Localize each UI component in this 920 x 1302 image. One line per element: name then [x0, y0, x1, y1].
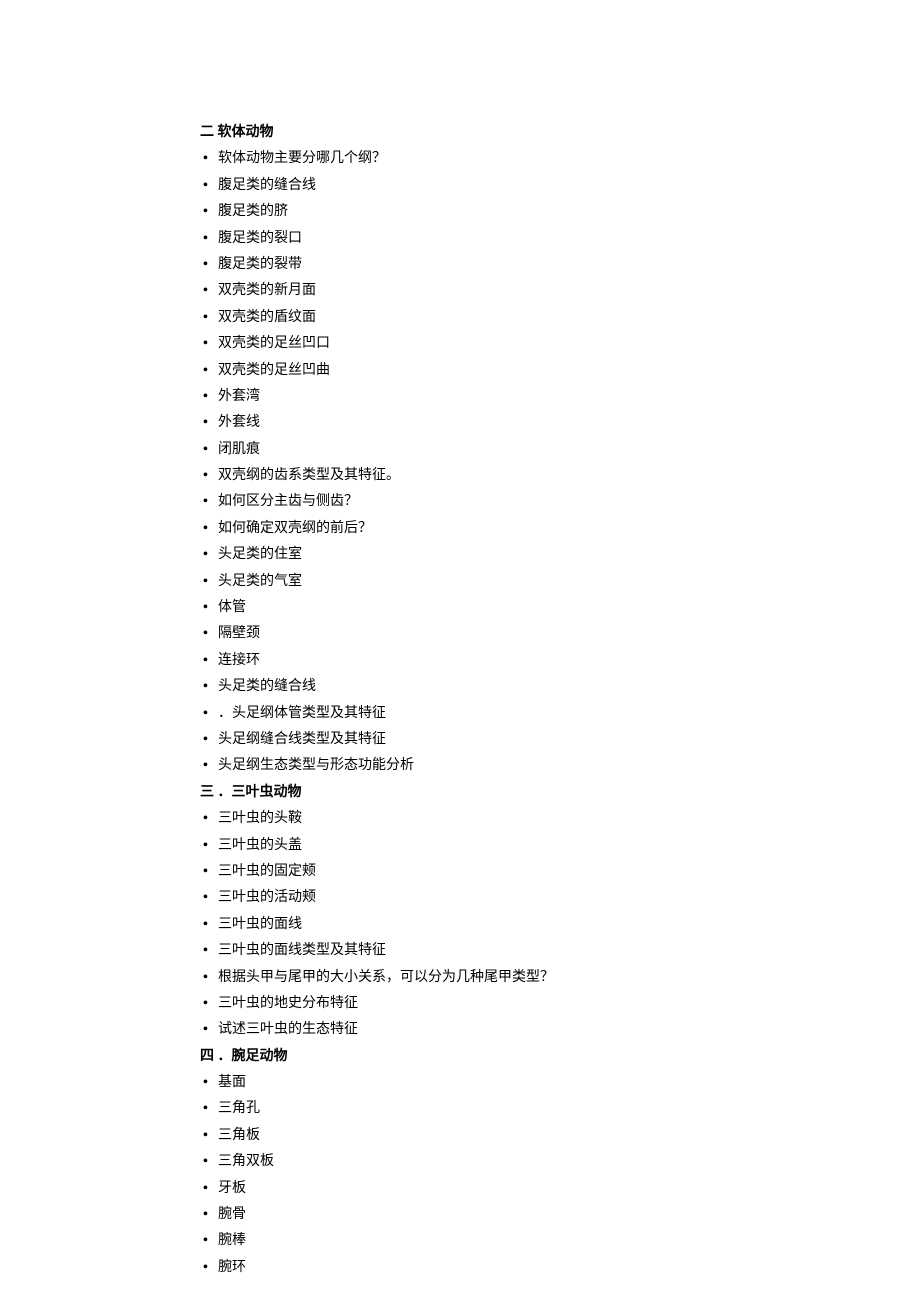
item-text: 三角双板 — [218, 1154, 274, 1169]
section-heading-2: 二 软体动物 — [200, 122, 720, 144]
item-text: 连接环 — [218, 653, 260, 668]
list-item: 三角双板 — [200, 1151, 720, 1173]
section-heading-3: 三 ．三叶虫动物 — [200, 782, 720, 804]
list-item: 头足类的住室 — [200, 544, 720, 566]
list-item: 根据头甲与尾甲的大小关系，可以分为几种尾甲类型？ — [200, 967, 720, 989]
list-item: 如何确定双壳纲的前后？ — [200, 518, 720, 540]
list-item: 双壳纲的齿系类型及其特征。 — [200, 465, 720, 487]
item-text: 软体动物主要分哪几个纲？ — [218, 151, 386, 166]
item-text: ．头足纲体管类型及其特征 — [218, 706, 386, 721]
list-item: 隔壁颈 — [200, 623, 720, 645]
item-text: 头足类的气室 — [218, 574, 302, 589]
item-text: 头足类的住室 — [218, 547, 302, 562]
list-item: 三叶虫的地史分布特征 — [200, 993, 720, 1015]
item-text: 三角孔 — [218, 1101, 260, 1116]
item-text: 三叶虫的地史分布特征 — [218, 996, 358, 1011]
item-text: 双壳类的足丝凹曲 — [218, 363, 330, 378]
list-item: 三叶虫的固定颊 — [200, 861, 720, 883]
list-item: 头足类的缝合线 — [200, 676, 720, 698]
list-item: 腕骨 — [200, 1204, 720, 1226]
list-item: 双壳类的盾纹面 — [200, 307, 720, 329]
list-item: 如何区分主齿与侧齿？ — [200, 491, 720, 513]
item-text: 基面 — [218, 1075, 246, 1090]
list-item: 头足类的气室 — [200, 571, 720, 593]
item-text: 双壳类的足丝凹口 — [218, 336, 330, 351]
item-text: 三叶虫的头盖 — [218, 838, 302, 853]
item-text: 隔壁颈 — [218, 626, 260, 641]
item-text: 头足类的缝合线 — [218, 679, 316, 694]
list-item: ．头足纲体管类型及其特征 — [200, 703, 720, 725]
item-text: 腕环 — [218, 1260, 246, 1275]
item-text: 腕骨 — [218, 1207, 246, 1222]
list-item: 双壳类的新月面 — [200, 280, 720, 302]
list-item: 外套湾 — [200, 386, 720, 408]
item-text: 三叶虫的头鞍 — [218, 811, 302, 826]
item-text: 闭肌痕 — [218, 442, 260, 457]
list-item: 腹足类的裂口 — [200, 228, 720, 250]
list-item: 三叶虫的活动颊 — [200, 887, 720, 909]
list-item: 腕棒 — [200, 1230, 720, 1252]
item-text: 头足纲缝合线类型及其特征 — [218, 732, 386, 747]
list-item: 腕环 — [200, 1257, 720, 1279]
list-item: 三叶虫的头鞍 — [200, 808, 720, 830]
item-text: 双壳类的新月面 — [218, 283, 316, 298]
item-text: 三角板 — [218, 1128, 260, 1143]
item-text: 外套线 — [218, 415, 260, 430]
list-item: 三角孔 — [200, 1098, 720, 1120]
item-text: 双壳纲的齿系类型及其特征。 — [218, 468, 400, 483]
item-text: 腹足类的裂口 — [218, 231, 302, 246]
item-text: 根据头甲与尾甲的大小关系，可以分为几种尾甲类型？ — [218, 970, 554, 985]
item-text: 头足纲生态类型与形态功能分析 — [218, 758, 414, 773]
list-item: 双壳类的足丝凹曲 — [200, 360, 720, 382]
item-text: 三叶虫的面线 — [218, 917, 302, 932]
item-text: 外套湾 — [218, 389, 260, 404]
list-item: 头足纲生态类型与形态功能分析 — [200, 755, 720, 777]
list-item: 试述三叶虫的生态特征 — [200, 1019, 720, 1041]
list-item: 三叶虫的面线 — [200, 914, 720, 936]
item-text: 牙板 — [218, 1181, 246, 1196]
section-heading-4: 四 ．腕足动物 — [200, 1046, 720, 1068]
item-text: 腹足类的裂带 — [218, 257, 302, 272]
item-text: 三叶虫的活动颊 — [218, 890, 316, 905]
document-content: 二 软体动物 软体动物主要分哪几个纲？ 腹足类的缝合线 腹足类的脐 腹足类的裂口… — [200, 122, 720, 1279]
list-item: 牙板 — [200, 1178, 720, 1200]
item-text: 试述三叶虫的生态特征 — [218, 1022, 358, 1037]
list-item: 三角板 — [200, 1125, 720, 1147]
item-text: 双壳类的盾纹面 — [218, 310, 316, 325]
item-text: 三叶虫的固定颊 — [218, 864, 316, 879]
list-item: 闭肌痕 — [200, 439, 720, 461]
list-item: 基面 — [200, 1072, 720, 1094]
list-item: 软体动物主要分哪几个纲？ — [200, 148, 720, 170]
list-item: 腹足类的脐 — [200, 201, 720, 223]
item-text: 三叶虫的面线类型及其特征 — [218, 943, 386, 958]
item-text: 腕棒 — [218, 1233, 246, 1248]
list-item: 连接环 — [200, 650, 720, 672]
list-item: 头足纲缝合线类型及其特征 — [200, 729, 720, 751]
list-item: 腹足类的裂带 — [200, 254, 720, 276]
list-item: 双壳类的足丝凹口 — [200, 333, 720, 355]
list-item: 三叶虫的面线类型及其特征 — [200, 940, 720, 962]
item-text: 腹足类的脐 — [218, 204, 288, 219]
list-item: 三叶虫的头盖 — [200, 835, 720, 857]
list-item: 外套线 — [200, 412, 720, 434]
item-text: 如何确定双壳纲的前后？ — [218, 521, 372, 536]
list-item: 腹足类的缝合线 — [200, 175, 720, 197]
item-text: 如何区分主齿与侧齿？ — [218, 494, 358, 509]
item-text: 体管 — [218, 600, 246, 615]
item-text: 腹足类的缝合线 — [218, 178, 316, 193]
list-item: 体管 — [200, 597, 720, 619]
